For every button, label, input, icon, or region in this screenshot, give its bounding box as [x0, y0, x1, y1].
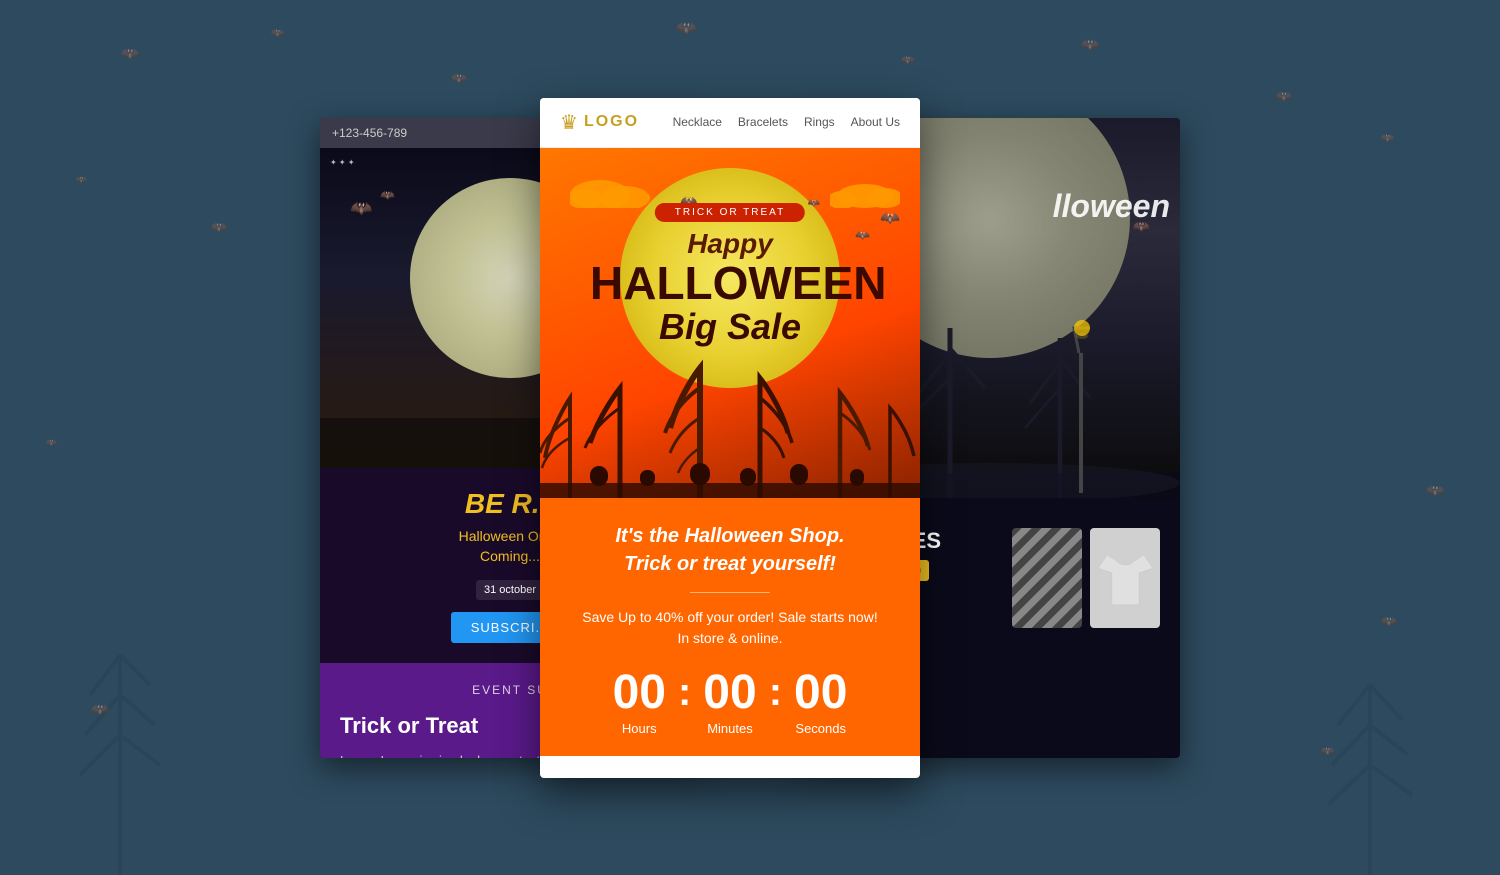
countdown-container: 00 Hours : 00 Minutes : 00 Seconds	[564, 669, 896, 736]
bat-icon: 🦇	[450, 70, 467, 87]
bat-icon: 🦇	[1380, 613, 1397, 630]
countdown-seconds: 00 Seconds	[794, 669, 847, 736]
halloween-hero: TRICK OR TREAT Happy HALLOWEEN Big Sale …	[540, 148, 920, 498]
bat-icon: 🦇	[120, 44, 140, 64]
halloween-sale-text: Happy HALLOWEEN Big Sale	[590, 228, 870, 348]
trees-silhouette	[540, 338, 920, 498]
colon-1: :	[678, 670, 691, 715]
nav-bracelets[interactable]: Bracelets	[738, 115, 788, 129]
tree-decoration-right	[1320, 625, 1420, 875]
phone-number: +123-456-789	[332, 126, 407, 140]
card-center-header: ♛ LOGO Necklace Bracelets Rings About Us	[540, 98, 920, 148]
hours-label: Hours	[613, 721, 666, 736]
hero-bat-center-1: 🦇	[880, 208, 900, 228]
colon-2: :	[769, 670, 782, 715]
save-text: Save Up to 40% off your order! Sale star…	[564, 607, 896, 649]
logo-area: ♛ LOGO	[560, 110, 639, 135]
nav-about-us[interactable]: About Us	[851, 115, 900, 129]
bat-icon: 🦇	[1425, 481, 1445, 501]
crown-icon: ♛	[560, 110, 578, 135]
happy-text: Happy	[590, 228, 870, 260]
bat-icon: 🦇	[1320, 744, 1335, 758]
date-badge: 31 october	[476, 580, 544, 600]
product-image-area	[1012, 528, 1160, 628]
right-bat-3: 🦇	[1133, 218, 1150, 235]
divider-line	[690, 592, 770, 593]
seconds-value: 00	[794, 669, 847, 717]
minutes-value: 00	[703, 669, 756, 717]
hero-bat-icon: 🦇	[350, 198, 372, 219]
orange-section: It's the Halloween Shop. Trick or treat …	[540, 498, 920, 756]
bat-icon: 🦇	[210, 219, 227, 236]
halloween-big-text: HALLOWEEN	[590, 260, 870, 306]
tree-decoration	[60, 575, 180, 875]
seconds-label: Seconds	[794, 721, 847, 736]
bat-icon: 🦇	[90, 700, 110, 720]
minutes-label: Minutes	[703, 721, 756, 736]
bat-icon: 🦇	[1380, 131, 1395, 145]
card-center: ♛ LOGO Necklace Bracelets Rings About Us	[540, 98, 920, 778]
big-sale-text: Big Sale	[590, 306, 870, 348]
bat-icon: 🦇	[75, 175, 87, 186]
shop-title: It's the Halloween Shop. Trick or treat …	[564, 522, 896, 578]
hours-value: 00	[613, 669, 666, 717]
hero-bat-center-5: 🦇	[808, 198, 820, 209]
halloween-text-right: lloween	[1053, 188, 1170, 225]
tshirt-product	[1090, 528, 1160, 628]
street-lamp	[1070, 313, 1090, 498]
cards-container: +123-456-789 ✦ ✦ ✦ ✦ ✦ 🦇 🦇	[370, 98, 1130, 778]
bat-icon: 🦇	[900, 53, 915, 67]
product-images	[1012, 528, 1160, 628]
stars-decoration: ✦ ✦ ✦	[330, 158, 355, 167]
bat-icon: 🦇	[45, 438, 57, 449]
nav-necklace[interactable]: Necklace	[673, 115, 722, 129]
hero-bat-icon-2: 🦇	[380, 188, 395, 202]
bat-icon: 🦇	[1080, 35, 1100, 55]
striped-bag-product	[1012, 528, 1082, 628]
bat-icon: 🦇	[675, 18, 697, 39]
trick-or-treat-banner: TRICK OR TREAT	[655, 203, 805, 222]
bat-icon: 🦇	[1275, 88, 1292, 105]
save-line2: In store & online.	[677, 630, 782, 646]
cloud-left	[570, 173, 650, 213]
save-line1: Save Up to 40% off your order! Sale star…	[582, 609, 877, 625]
nav-links: Necklace Bracelets Rings About Us	[673, 115, 900, 129]
countdown-minutes: 00 Minutes	[703, 669, 756, 736]
countdown-hours: 00 Hours	[613, 669, 666, 736]
logo-text: LOGO	[584, 113, 639, 131]
shop-title-line2: Trick or treat yourself!	[624, 553, 836, 575]
nav-rings[interactable]: Rings	[804, 115, 835, 129]
shop-title-line1: It's the Halloween Shop.	[615, 525, 844, 547]
bat-icon: 🦇	[270, 26, 285, 40]
